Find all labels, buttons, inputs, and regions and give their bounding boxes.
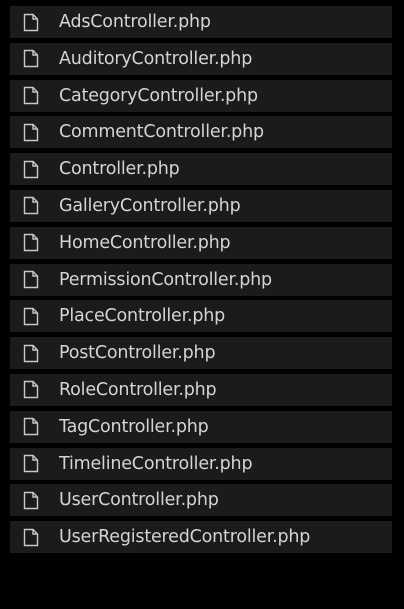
file-name: GalleryController.php [59, 195, 241, 216]
file-item-user-registered-controller[interactable]: UserRegisteredController.php [10, 521, 392, 554]
file-item-category-controller[interactable]: CategoryController.php [10, 79, 392, 112]
file-name: UserController.php [59, 490, 219, 511]
file-icon [23, 86, 39, 106]
file-name: PermissionController.php [59, 269, 272, 290]
file-item-permission-controller[interactable]: PermissionController.php [10, 263, 392, 296]
file-icon [23, 49, 39, 69]
file-icon [23, 233, 39, 253]
file-icon [23, 12, 39, 32]
file-item-post-controller[interactable]: PostController.php [10, 337, 392, 370]
file-icon [23, 527, 39, 547]
file-icon [23, 490, 39, 510]
file-item-ads-controller[interactable]: AdsController.php [10, 6, 392, 38]
file-item-controller[interactable]: Controller.php [10, 153, 392, 186]
file-explorer-panel: AdsController.php AuditoryController.php… [0, 0, 404, 609]
file-name: CategoryController.php [59, 85, 258, 106]
file-icon [23, 454, 39, 474]
file-icon [23, 196, 39, 216]
file-name: UserRegisteredController.php [59, 527, 311, 548]
file-icon [23, 343, 39, 363]
file-icon [23, 306, 39, 326]
file-name: AdsController.php [59, 12, 211, 32]
file-name: PlaceController.php [59, 306, 226, 327]
file-item-role-controller[interactable]: RoleController.php [10, 373, 392, 406]
file-item-home-controller[interactable]: HomeController.php [10, 226, 392, 259]
file-item-tag-controller[interactable]: TagController.php [10, 410, 392, 443]
file-name: PostController.php [59, 343, 216, 364]
file-name: CommentController.php [59, 122, 264, 143]
file-name: Controller.php [59, 159, 180, 180]
file-icon [23, 417, 39, 437]
file-icon [23, 122, 39, 142]
file-item-auditory-controller[interactable]: AuditoryController.php [10, 42, 392, 75]
file-icon [23, 159, 39, 179]
file-item-user-controller[interactable]: UserController.php [10, 484, 392, 517]
file-icon [23, 380, 39, 400]
file-icon [23, 270, 39, 290]
file-item-timeline-controller[interactable]: TimelineController.php [10, 447, 392, 480]
file-name: TimelineController.php [59, 453, 253, 474]
file-name: HomeController.php [59, 232, 231, 253]
file-list: AdsController.php AuditoryController.php… [10, 0, 404, 554]
file-item-comment-controller[interactable]: CommentController.php [10, 116, 392, 149]
file-name: TagController.php [59, 416, 209, 437]
file-name: RoleController.php [59, 379, 217, 400]
file-name: AuditoryController.php [59, 48, 253, 69]
file-item-place-controller[interactable]: PlaceController.php [10, 300, 392, 333]
file-item-gallery-controller[interactable]: GalleryController.php [10, 189, 392, 222]
